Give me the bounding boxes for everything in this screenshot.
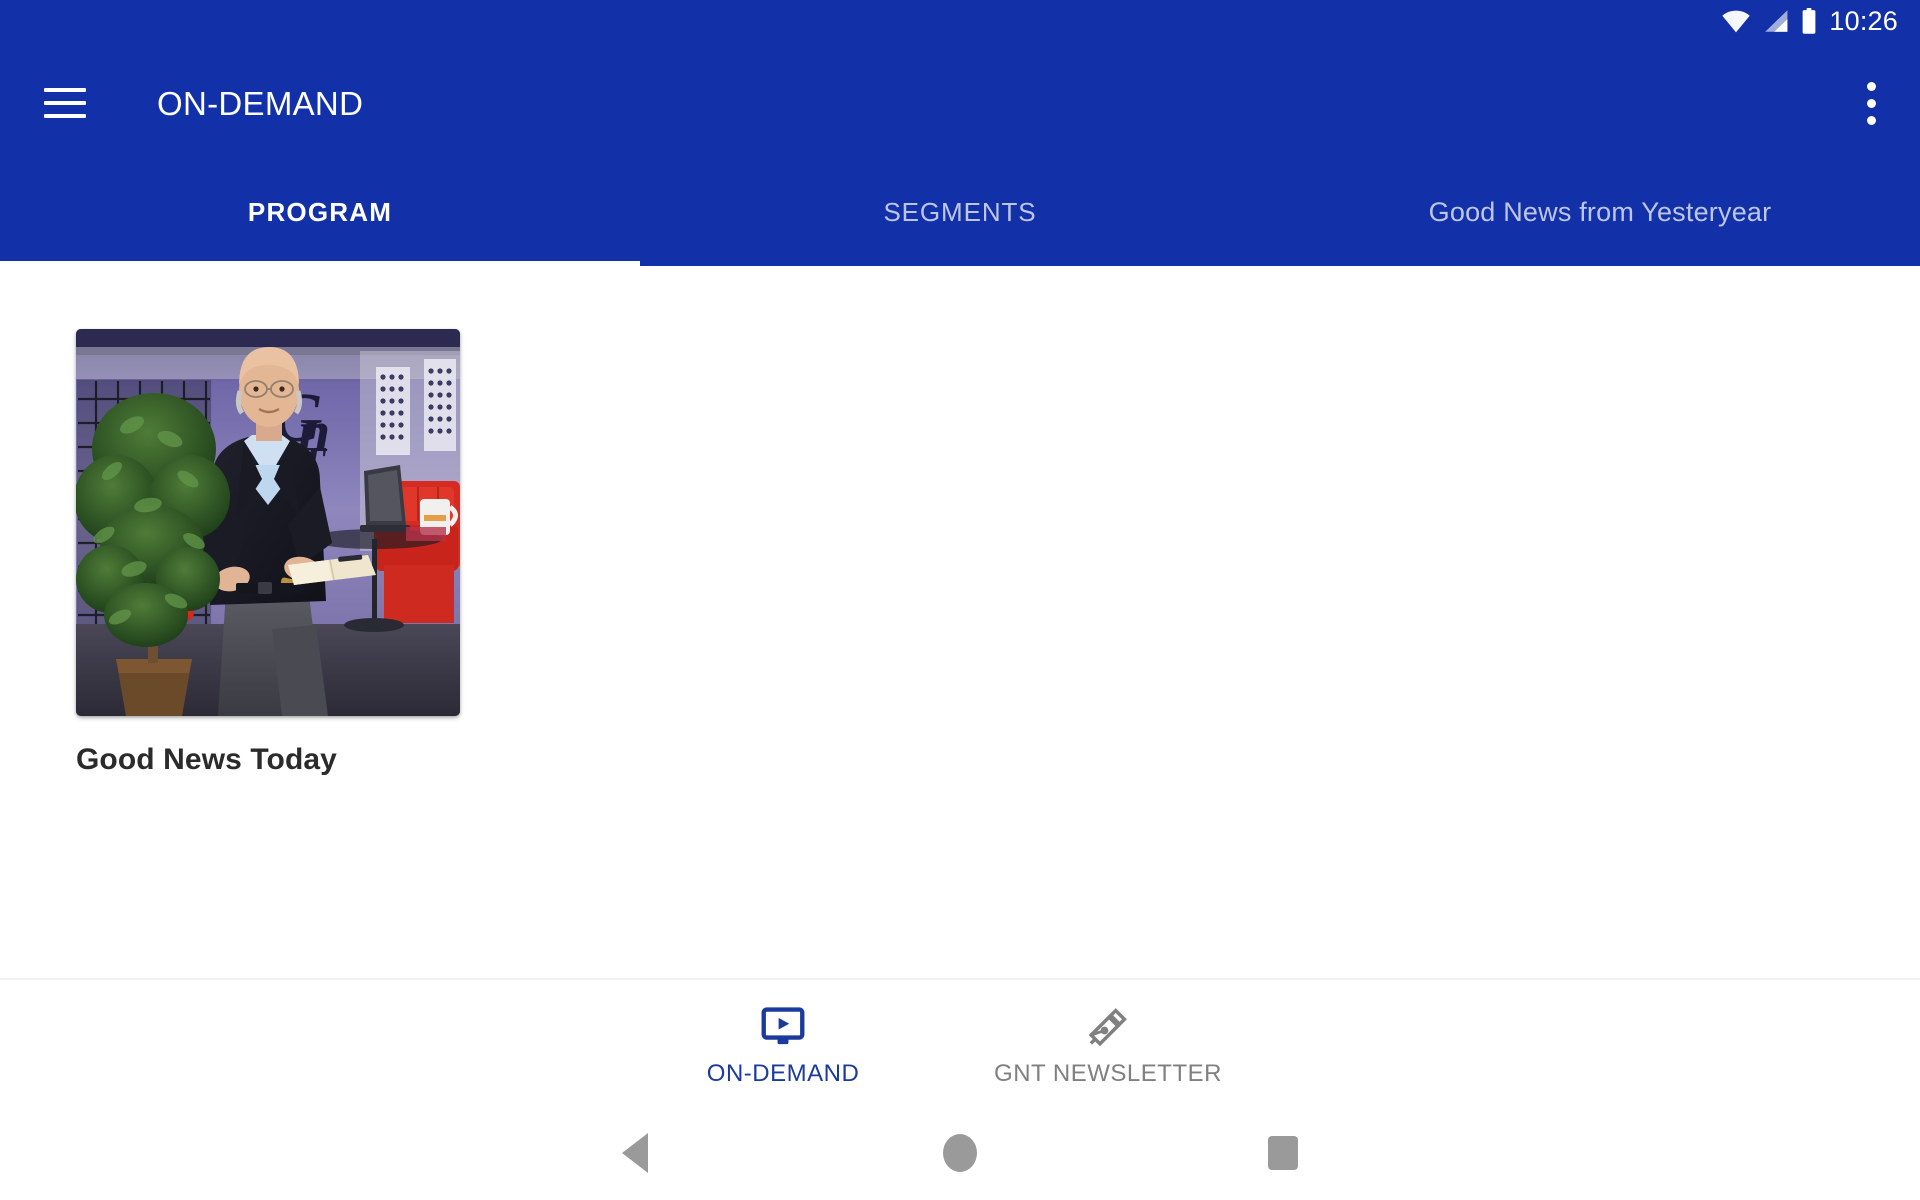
bottom-nav-label: ON-DEMAND <box>706 1060 860 1087</box>
square-recents-icon <box>1268 1136 1298 1170</box>
tab-label: PROGRAM <box>247 197 393 227</box>
tab-segments[interactable]: SEGMENTS <box>640 164 1280 266</box>
tab-label: SEGMENTS <box>883 197 1037 227</box>
status-bar: 10:26 <box>0 0 1920 42</box>
recents-button[interactable] <box>1228 1106 1338 1200</box>
hamburger-menu-icon[interactable] <box>44 80 90 126</box>
status-bar-icons <box>1721 8 1817 34</box>
bottom-nav-item-on-demand[interactable]: ON-DEMAND <box>698 999 868 1087</box>
bottom-nav-label: GNT NEWSLETTER <box>994 1060 1222 1087</box>
hamburger-bar <box>44 101 86 105</box>
studio-set-illustration: G n T <box>76 329 460 716</box>
program-card-title: Good News Today <box>76 743 337 776</box>
battery-icon <box>1801 8 1817 34</box>
tab-good-news-from-yesteryear[interactable]: Good News from Yesteryear <box>1280 164 1920 266</box>
page-title: ON-DEMAND <box>157 84 364 122</box>
more-vertical-icon[interactable] <box>1848 73 1894 133</box>
overflow-dot <box>1866 81 1876 91</box>
program-thumbnail[interactable]: G n T <box>76 329 460 716</box>
tv-play-icon <box>761 1003 805 1051</box>
tab-label: Good News from Yesteryear <box>1428 197 1772 227</box>
home-button[interactable] <box>905 1106 1015 1200</box>
back-button[interactable] <box>580 1106 690 1200</box>
tab-program[interactable]: PROGRAM <box>0 164 640 266</box>
tab-bar: PROGRAM SEGMENTS Good News from Yesterye… <box>0 164 1920 266</box>
status-bar-clock: 10:26 <box>1829 5 1898 36</box>
bottom-nav-item-gnt-newsletter[interactable]: GNT NEWSLETTER <box>994 999 1222 1087</box>
hamburger-bar <box>44 88 86 92</box>
program-card[interactable]: G n T <box>76 329 460 778</box>
overflow-dot <box>1866 98 1876 108</box>
android-system-nav <box>0 1106 1920 1200</box>
app-root: 10:26 ON-DEMAND PROGRAM SEGMENTS Good Ne… <box>0 0 1920 1200</box>
bottom-navigation: ON-DEMAND GNT NEWSLETTER <box>0 978 1920 1106</box>
program-grid: G n T <box>0 266 1920 778</box>
triangle-back-icon <box>622 1133 648 1173</box>
app-bar: ON-DEMAND <box>0 42 1920 164</box>
wifi-icon <box>1721 9 1751 33</box>
main-content: G n T <box>0 266 1920 978</box>
overflow-dot <box>1866 115 1876 125</box>
pen-nib-icon <box>1086 1003 1130 1051</box>
hamburger-bar <box>44 114 86 118</box>
cell-signal-icon <box>1762 9 1790 33</box>
circle-home-icon <box>943 1134 977 1172</box>
